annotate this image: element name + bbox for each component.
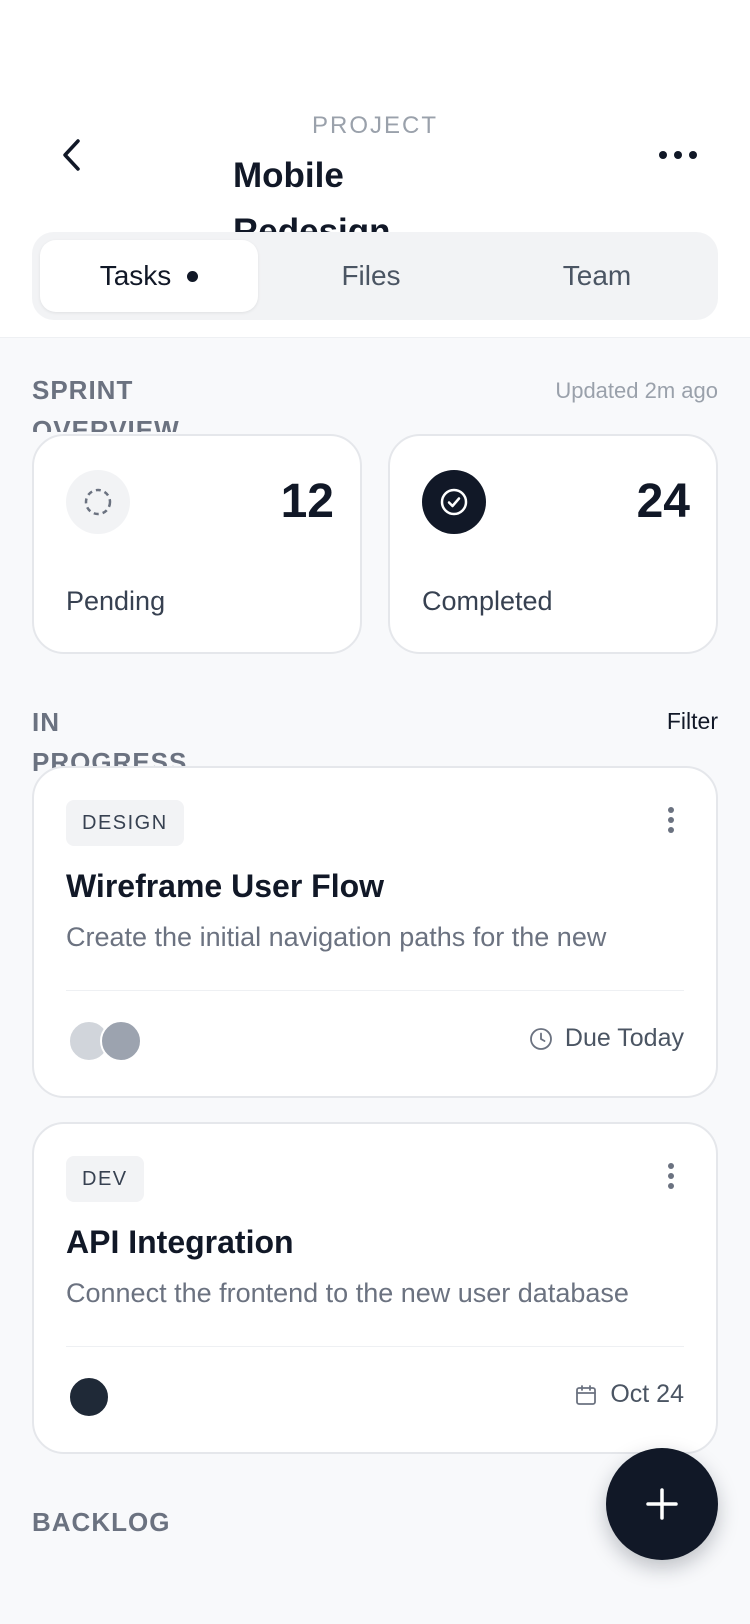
more-options-button[interactable] bbox=[648, 130, 708, 180]
due-date: Oct 24 bbox=[574, 1380, 684, 1409]
pending-icon-badge bbox=[66, 470, 130, 534]
clock-icon bbox=[530, 1027, 552, 1050]
task-description: Connect the frontend to the new user dat… bbox=[66, 1278, 629, 1308]
divider bbox=[66, 1346, 684, 1347]
pending-count: 12 bbox=[280, 475, 334, 528]
task-card[interactable]: DEV API Integration Connect the frontend… bbox=[32, 1122, 718, 1454]
filter-link[interactable]: Filter bbox=[667, 708, 718, 735]
add-task-button[interactable] bbox=[606, 1448, 718, 1560]
updated-timestamp: Updated 2m ago bbox=[555, 378, 718, 403]
tab-team-label: Team bbox=[562, 260, 632, 291]
task-title: API Integration bbox=[66, 1224, 294, 1260]
stat-card-pending[interactable]: 12 Pending bbox=[32, 434, 362, 654]
due-date: Due Today bbox=[529, 1024, 684, 1053]
assignee-avatars bbox=[68, 1376, 188, 1420]
avatar bbox=[100, 1020, 142, 1062]
tab-tasks-label: Tasks bbox=[99, 260, 172, 291]
task-menu-button[interactable] bbox=[656, 800, 686, 840]
chevron-left-icon bbox=[63, 139, 80, 171]
more-vertical-icon bbox=[668, 1163, 674, 1189]
sprint-overview-label: SPRINT OVERVIEW bbox=[32, 375, 180, 432]
page-title: Mobile Redesign bbox=[233, 156, 391, 232]
project-eyebrow: PROJECT bbox=[311, 112, 438, 139]
tab-files-label: Files bbox=[341, 260, 401, 291]
tab-files[interactable]: Files bbox=[258, 240, 484, 312]
avatar bbox=[68, 1376, 110, 1418]
check-circle-icon bbox=[440, 488, 468, 516]
task-description: Create the initial navigation paths for … bbox=[66, 922, 607, 952]
completed-label: Completed bbox=[422, 586, 553, 616]
segmented-tabs: Tasks Files Team bbox=[32, 232, 718, 320]
task-card[interactable]: DESIGN Wireframe User Flow Create the in… bbox=[32, 766, 718, 1098]
plus-icon bbox=[646, 1488, 678, 1520]
task-tag: DESIGN bbox=[66, 800, 184, 846]
due-date-text: Oct 24 bbox=[610, 1380, 684, 1408]
task-title: Wireframe User Flow bbox=[66, 868, 385, 904]
task-menu-button[interactable] bbox=[656, 1156, 686, 1196]
tab-tasks[interactable]: Tasks bbox=[40, 240, 258, 312]
pending-label: Pending bbox=[66, 586, 166, 616]
dashed-circle-icon bbox=[84, 488, 112, 516]
assignee-avatars bbox=[68, 1020, 188, 1064]
stat-card-completed[interactable]: 24 Completed bbox=[388, 434, 718, 654]
backlog-label: BACKLOG bbox=[32, 1507, 171, 1537]
header: PROJECT Mobile Redesign Tasks Files Team bbox=[0, 0, 750, 338]
more-horizontal-icon bbox=[659, 151, 697, 159]
due-date-text: Due Today bbox=[564, 1024, 684, 1052]
tab-team[interactable]: Team bbox=[484, 240, 710, 312]
calendar-icon bbox=[576, 1384, 597, 1405]
active-indicator-dot bbox=[187, 270, 199, 282]
project-screen: PROJECT Mobile Redesign Tasks Files Team… bbox=[0, 0, 750, 1624]
divider bbox=[66, 990, 684, 991]
completed-count: 24 bbox=[636, 475, 690, 528]
task-tag: DEV bbox=[66, 1156, 144, 1202]
completed-icon-badge bbox=[422, 470, 486, 534]
more-vertical-icon bbox=[668, 807, 674, 833]
